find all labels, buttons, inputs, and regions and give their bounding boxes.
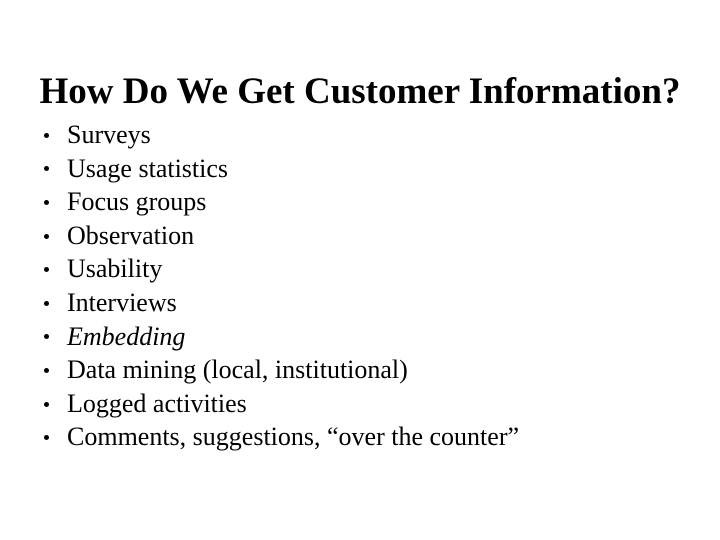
list-item-label: Comments, suggestions, “over the counter… — [67, 422, 520, 452]
presentation-slide: How Do We Get Customer Information? Surv… — [0, 0, 720, 540]
list-item: Surveys — [40, 118, 690, 152]
bullet-list: Surveys Usage statistics Focus groups Ob… — [40, 118, 690, 454]
bullet-dot-icon — [44, 367, 49, 373]
slide-body: Surveys Usage statistics Focus groups Ob… — [40, 118, 690, 454]
list-item-label: Focus groups — [67, 187, 207, 217]
list-item-label: Data mining (local, institutional) — [67, 355, 408, 385]
bullet-dot-icon — [44, 300, 49, 306]
bullet-dot-icon — [44, 267, 49, 273]
list-item-label: Embedding — [67, 321, 186, 351]
list-item-label: Usage statistics — [67, 153, 229, 183]
list-item: Interviews — [40, 286, 690, 320]
list-item: Comments, suggestions, “over the counter… — [40, 420, 690, 454]
bullet-dot-icon — [44, 199, 49, 205]
list-item: Data mining (local, institutional) — [40, 353, 690, 387]
page-title: How Do We Get Customer Information? — [39, 70, 681, 112]
bullet-dot-icon — [44, 233, 49, 239]
list-item-label: Interviews — [67, 287, 177, 317]
bullet-dot-icon — [44, 435, 49, 441]
bullet-dot-icon — [44, 334, 49, 340]
list-item: Logged activities — [40, 387, 690, 421]
list-item-label: Logged activities — [67, 388, 247, 418]
list-item: Observation — [40, 219, 690, 253]
list-item: Focus groups — [40, 185, 690, 219]
list-item: Usability — [40, 252, 690, 286]
bullet-dot-icon — [44, 132, 49, 138]
list-item-label: Usability — [67, 254, 163, 284]
list-item-label: Surveys — [67, 120, 151, 149]
bullet-dot-icon — [44, 166, 49, 172]
list-item: Usage statistics — [40, 152, 690, 186]
bullet-dot-icon — [44, 401, 49, 407]
list-item: Embedding — [40, 320, 690, 354]
list-item-label: Observation — [67, 220, 195, 250]
